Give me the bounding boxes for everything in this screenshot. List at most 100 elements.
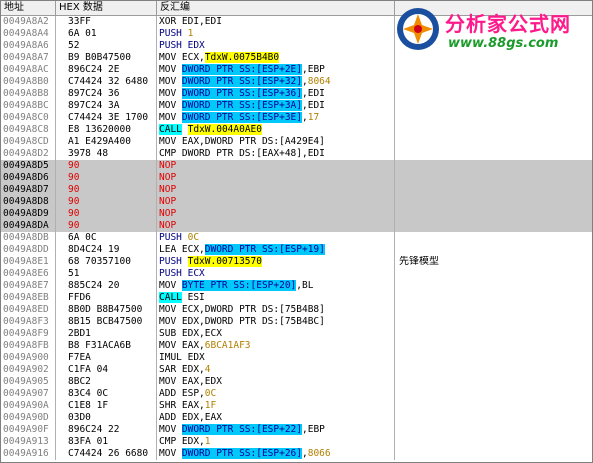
disasm-token: ,EDI <box>302 88 325 99</box>
instruction-row[interactable]: 0049A8FB B8 F31ACA6B MOV EAX,6BCA1AF3 <box>1 340 592 352</box>
comment-cell <box>395 316 592 328</box>
hex-cell: 8BC2 <box>56 376 157 388</box>
disasm-token: NOP <box>159 160 177 171</box>
instruction-row[interactable]: 0049A907 83C4 0C ADD ESP,0C <box>1 388 592 400</box>
address-cell: 0049A905 <box>1 376 56 388</box>
instruction-row[interactable]: 0049A8BC 897C24 3A MOV DWORD PTR SS:[ESP+3… <box>1 100 592 112</box>
address-cell: 0049A8F3 <box>1 316 56 328</box>
column-header-disasm[interactable]: 反汇编 <box>157 1 395 15</box>
address-cell: 0049A913 <box>1 436 56 448</box>
hex-cell: F7EA <box>56 352 157 364</box>
hex-cell: 83FA 01 <box>56 436 157 448</box>
comment-cell <box>395 124 592 136</box>
address-cell: 0049A8D9 <box>1 208 56 220</box>
disasm-cell: MOV DWORD PTR SS:[ESP+2E],EBP <box>157 64 395 76</box>
address-cell: 0049A8D2 <box>1 148 56 160</box>
instruction-row[interactable]: 0049A8F3 8B15 BCB47500 MOV EDX,DWORD PTR D… <box>1 316 592 328</box>
comment-cell <box>395 340 592 352</box>
disasm-token: PUSH EDX <box>159 40 205 51</box>
instruction-row[interactable]: 0049A8F9 2BD1 SUB EDX,ECX <box>1 328 592 340</box>
instruction-row[interactable]: 0049A90D 03D0 ADD EDX,EAX <box>1 412 592 424</box>
comment-cell <box>395 88 592 100</box>
instruction-row[interactable]: 0049A8D7 90 NOP <box>1 184 592 196</box>
comment-cell <box>395 232 592 244</box>
disasm-cell: XOR EDI,EDI <box>157 16 395 28</box>
comment-cell <box>395 376 592 388</box>
hex-cell: 897C24 3A <box>56 100 157 112</box>
instruction-row[interactable]: 0049A905 8BC2 MOV EAX,EDX <box>1 376 592 388</box>
comment-cell <box>395 304 592 316</box>
disasm-token: TdxW.004A0AE0 <box>187 124 262 135</box>
comment-cell: 先锋模型 <box>399 256 439 267</box>
disasm-cell: IMUL EDX <box>157 352 395 364</box>
address-cell: 0049A8A7 <box>1 52 56 64</box>
comment-cell <box>395 412 592 424</box>
address-cell: 0049A8D6 <box>1 172 56 184</box>
instruction-row[interactable]: 0049A8E1 68 70357100 PUSH TdxW.00713570 先锋模… <box>1 256 592 268</box>
instruction-row[interactable]: 0049A8D8 90 NOP <box>1 196 592 208</box>
comment-cell <box>395 160 592 172</box>
comment-cell <box>395 172 592 184</box>
hex-cell: 51 <box>56 268 157 280</box>
instruction-row[interactable]: 0049A913 83FA 01 CMP EDX,1 <box>1 436 592 448</box>
disasm-cell: ADD ESP,0C <box>157 388 395 400</box>
address-cell: 0049A8DA <box>1 220 56 232</box>
instruction-row[interactable]: 0049A8E7 885C24 20 MOV BYTE PTR SS:[ESP+20… <box>1 280 592 292</box>
instruction-row[interactable]: 0049A8C0 C74424 3E 1700 MOV DWORD PTR SS:[… <box>1 112 592 124</box>
comment-cell <box>395 292 592 304</box>
disasm-token: XOR EDI,EDI <box>159 16 222 27</box>
watermark-logo-icon <box>397 8 439 50</box>
instruction-row[interactable]: 0049A900 F7EA IMUL EDX <box>1 352 592 364</box>
instruction-row[interactable]: 0049A8DB 6A 0C PUSH 0C <box>1 232 592 244</box>
instruction-row[interactable]: 0049A902 C1FA 04 SAR EDX,4 <box>1 364 592 376</box>
hex-cell: B9 B0B47500 <box>56 52 157 64</box>
disasm-cell: NOP <box>157 172 395 184</box>
instruction-row[interactable]: 0049A8DA 90 NOP <box>1 220 592 232</box>
instruction-row[interactable]: 0049A90F 896C24 22 MOV DWORD PTR SS:[ESP+2… <box>1 424 592 436</box>
disasm-token: MOV <box>159 424 182 435</box>
instruction-list[interactable]: 0049A8A2 33FF XOR EDI,EDI 0049A8A4 6A 01 PUSH… <box>1 16 592 460</box>
disasm-cell: PUSH 0C <box>157 232 395 244</box>
instruction-row[interactable]: 0049A8C8 E8 13620000 CALL TdxW.004A0AE0 <box>1 124 592 136</box>
address-cell: 0049A8D8 <box>1 196 56 208</box>
disasm-token: DWORD PTR SS:[ESP+32] <box>181 76 302 87</box>
column-header-address[interactable]: 地址 <box>1 1 56 15</box>
instruction-row[interactable]: 0049A8B0 C74424 32 6480 MOV DWORD PTR SS:[… <box>1 76 592 88</box>
hex-cell: 33FF <box>56 16 157 28</box>
disasm-token: DWORD PTR SS:[ESP+2E] <box>181 64 302 75</box>
address-cell: 0049A8ED <box>1 304 56 316</box>
instruction-row[interactable]: 0049A8D9 90 NOP <box>1 208 592 220</box>
hex-cell: C1FA 04 <box>56 364 157 376</box>
instruction-row[interactable]: 0049A8DD 8D4C24 19 LEA ECX,DWORD PTR SS:[E… <box>1 244 592 256</box>
instruction-row[interactable]: 0049A90A C1E8 1F SHR EAX,1F <box>1 400 592 412</box>
disasm-token: ADD ESP, <box>159 388 205 399</box>
address-cell: 0049A902 <box>1 364 56 376</box>
disasm-token: MOV ECX,DWORD PTR DS:[75B4B8] <box>159 304 325 315</box>
disasm-cell: SHR EAX,1F <box>157 400 395 412</box>
address-cell: 0049A8BC <box>1 100 56 112</box>
comment-cell <box>395 76 592 88</box>
instruction-row[interactable]: 0049A8CD A1 E429A400 MOV EAX,DWORD PTR DS:… <box>1 136 592 148</box>
instruction-row[interactable]: 0049A8AC 896C24 2E MOV DWORD PTR SS:[ESP+2… <box>1 64 592 76</box>
disasm-token: PUSH <box>159 232 188 243</box>
disasm-cell: PUSH 1 <box>157 28 395 40</box>
instruction-row[interactable]: 0049A8EB FFD6 CALL ESI <box>1 292 592 304</box>
column-header-hex[interactable]: HEX 数据 <box>56 1 157 15</box>
address-cell: 0049A90F <box>1 424 56 436</box>
instruction-row[interactable]: 0049A916 C74424 26 6680 MOV DWORD PTR SS:[… <box>1 448 592 460</box>
hex-cell: 896C24 2E <box>56 64 157 76</box>
instruction-row[interactable]: 0049A8D6 90 NOP <box>1 172 592 184</box>
instruction-row[interactable]: 0049A8D2 3978 48 CMP DWORD PTR DS:[EAX+48]… <box>1 148 592 160</box>
instruction-row[interactable]: 0049A8E6 51 PUSH ECX <box>1 268 592 280</box>
disasm-token: 4 <box>204 364 211 375</box>
hex-cell: 896C24 22 <box>56 424 157 436</box>
disasm-cell: CALL ESI <box>157 292 395 304</box>
instruction-row[interactable]: 0049A8B8 897C24 36 MOV DWORD PTR SS:[ESP+3… <box>1 88 592 100</box>
address-cell: 0049A8E1 <box>1 256 56 268</box>
comment-cell <box>395 436 592 448</box>
disasm-token: MOV EDX,DWORD PTR DS:[75B4BC] <box>159 316 325 327</box>
instruction-row[interactable]: 0049A8D5 90 NOP <box>1 160 592 172</box>
instruction-row[interactable]: 0049A8ED 8B0D B8B47500 MOV ECX,DWORD PTR D… <box>1 304 592 316</box>
comment-cell <box>395 328 592 340</box>
disasm-cell: MOV DWORD PTR SS:[ESP+26],8066 <box>157 448 395 460</box>
